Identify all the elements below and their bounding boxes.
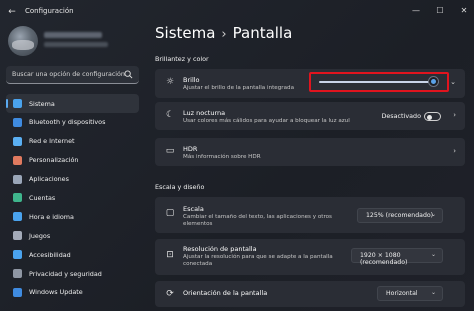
night-light-toggle[interactable] xyxy=(424,112,441,121)
sidebar-item-label: Aplicaciones xyxy=(29,175,69,184)
app-title: Configuración xyxy=(25,7,74,15)
sidebar-item-hora-e-idioma[interactable]: Hora e idioma xyxy=(6,207,139,226)
apps-icon xyxy=(13,174,22,184)
section-title-scale: Escala y diseño xyxy=(155,183,205,191)
resolution-value: 1920 × 1080 (recomendado) xyxy=(360,252,408,266)
orientation-icon: ⟳ xyxy=(166,289,174,299)
accessibility-icon xyxy=(13,250,22,260)
sidebar-item-accesibilidad[interactable]: Accesibilidad xyxy=(6,245,139,264)
orientation-title: Orientación de la pantalla xyxy=(183,289,268,297)
breadcrumb-current: Pantalla xyxy=(232,24,293,42)
sidebar-item-label: Juegos xyxy=(29,231,51,240)
night-light-card[interactable]: ☾ Luz nocturna Usar colores más cálidos … xyxy=(155,102,465,130)
night-light-subtitle: Usar colores más cálidos para ayudar a b… xyxy=(183,118,350,124)
sidebar-item-label: Hora e idioma xyxy=(29,212,74,221)
settings-window: ← Configuración — ☐ ✕ Buscar una opción … xyxy=(0,0,474,311)
breadcrumb-parent[interactable]: Sistema xyxy=(155,24,215,42)
sidebar-item-label: Sistema xyxy=(29,99,55,108)
search-icon xyxy=(124,70,133,79)
account-icon xyxy=(13,193,22,203)
brightness-title: Brillo xyxy=(183,76,200,84)
orientation-value: Horizontal xyxy=(386,290,418,297)
scale-value: 125% (recomendado) xyxy=(366,212,434,219)
chevron-down-icon[interactable]: ⌄ xyxy=(450,78,456,86)
toggle-knob xyxy=(427,114,432,120)
sidebar-item-sistema[interactable]: Sistema xyxy=(6,94,139,113)
chevron-down-icon: ⌄ xyxy=(430,251,436,258)
sidebar-item-privacidad-y-seguridad[interactable]: Privacidad y seguridad xyxy=(6,264,139,283)
shield-icon xyxy=(13,269,22,279)
title-bar: ← Configuración — ☐ ✕ xyxy=(0,0,474,24)
maximize-button[interactable]: ☐ xyxy=(432,4,448,18)
sidebar-item-label: Bluetooth y dispositivos xyxy=(29,118,106,127)
scale-card[interactable]: ▢ Escala Cambiar el tamaño del texto, la… xyxy=(155,197,465,233)
scale-dropdown[interactable]: 125% (recomendado) ⌄ xyxy=(357,208,443,223)
close-button[interactable]: ✕ xyxy=(456,4,472,18)
sidebar-item-red-e-internet[interactable]: Red e Internet xyxy=(6,132,139,151)
hdr-card[interactable]: ▭ HDR Más información sobre HDR › xyxy=(155,138,465,166)
sidebar-item-label: Personalización xyxy=(29,156,79,165)
update-icon xyxy=(13,287,22,297)
page-title: Sistema › Pantalla xyxy=(155,24,292,42)
resolution-dropdown[interactable]: 1920 × 1080 (recomendado) ⌄ xyxy=(351,248,443,266)
brush-icon xyxy=(13,155,22,165)
sidebar-item-cuentas[interactable]: Cuentas xyxy=(6,188,139,207)
resolution-subtitle-line2: conectada xyxy=(183,261,213,267)
brightness-slider-thumb[interactable] xyxy=(428,77,438,86)
resolution-icon: ⊡ xyxy=(166,250,174,260)
orientation-card[interactable]: ⟳ Orientación de la pantalla Horizontal … xyxy=(155,281,465,307)
sidebar-item-label: Cuentas xyxy=(29,193,56,202)
breadcrumb-separator: › xyxy=(221,27,227,42)
hdr-subtitle: Más información sobre HDR xyxy=(183,154,261,160)
sidebar-item-aplicaciones[interactable]: Aplicaciones xyxy=(6,170,139,189)
avatar xyxy=(8,26,38,56)
chevron-right-icon[interactable]: › xyxy=(453,111,456,119)
user-profile[interactable] xyxy=(6,26,136,62)
brightness-slider-highlight xyxy=(309,72,449,92)
minimize-button[interactable]: — xyxy=(408,4,424,18)
network-icon xyxy=(13,136,22,146)
hdr-title: HDR xyxy=(183,145,198,153)
sidebar-item-bluetooth-y-dispositivos[interactable]: Bluetooth y dispositivos xyxy=(6,113,139,132)
section-title-brightness: Brillantez y color xyxy=(155,55,209,63)
sidebar-item-personalización[interactable]: Personalización xyxy=(6,151,139,170)
night-light-title: Luz nocturna xyxy=(183,109,226,117)
resolution-title: Resolución de pantalla xyxy=(183,245,257,253)
moon-icon: ☾ xyxy=(165,110,175,120)
clock-globe-icon xyxy=(13,212,22,222)
chevron-right-icon[interactable]: › xyxy=(453,147,456,155)
scale-subtitle-line2: elementos xyxy=(183,221,213,227)
sidebar-item-label: Red e Internet xyxy=(29,137,75,146)
chevron-down-icon: ⌄ xyxy=(430,289,436,296)
profile-name-blurred xyxy=(44,32,102,38)
back-arrow-icon[interactable]: ← xyxy=(6,6,18,18)
gamepad-icon xyxy=(13,231,22,241)
brightness-card[interactable]: ☼ Brillo Ajustar el brillo de la pantall… xyxy=(155,69,465,98)
night-light-state: Desactivado xyxy=(381,112,421,120)
bluetooth-icon xyxy=(13,117,22,127)
search-box[interactable]: Buscar una opción de configuración xyxy=(6,66,139,84)
scale-title: Escala xyxy=(183,205,204,213)
chevron-down-icon: ⌄ xyxy=(430,211,436,218)
hdr-icon: ▭ xyxy=(165,146,175,156)
sidebar-item-label: Windows Update xyxy=(29,288,83,297)
sidebar-item-label: Privacidad y seguridad xyxy=(29,269,102,278)
scale-icon: ▢ xyxy=(165,208,175,218)
sun-icon: ☼ xyxy=(165,77,175,87)
search-input[interactable]: Buscar una opción de configuración xyxy=(12,71,125,78)
sidebar-item-juegos[interactable]: Juegos xyxy=(6,226,139,245)
brightness-subtitle: Ajustar el brillo de la pantalla integra… xyxy=(183,85,295,91)
sidebar-nav: Sistema Bluetooth y dispositivos Red e Int… xyxy=(6,94,139,302)
sidebar-item-label: Accesibilidad xyxy=(29,250,71,259)
sidebar-item-windows-update[interactable]: Windows Update xyxy=(6,283,139,302)
brightness-slider-track[interactable] xyxy=(319,81,439,83)
orientation-dropdown[interactable]: Horizontal ⌄ xyxy=(377,286,443,301)
resolution-card[interactable]: ⊡ Resolución de pantalla Ajustar la reso… xyxy=(155,239,465,275)
system-icon xyxy=(13,99,22,108)
profile-email-blurred xyxy=(44,42,108,47)
